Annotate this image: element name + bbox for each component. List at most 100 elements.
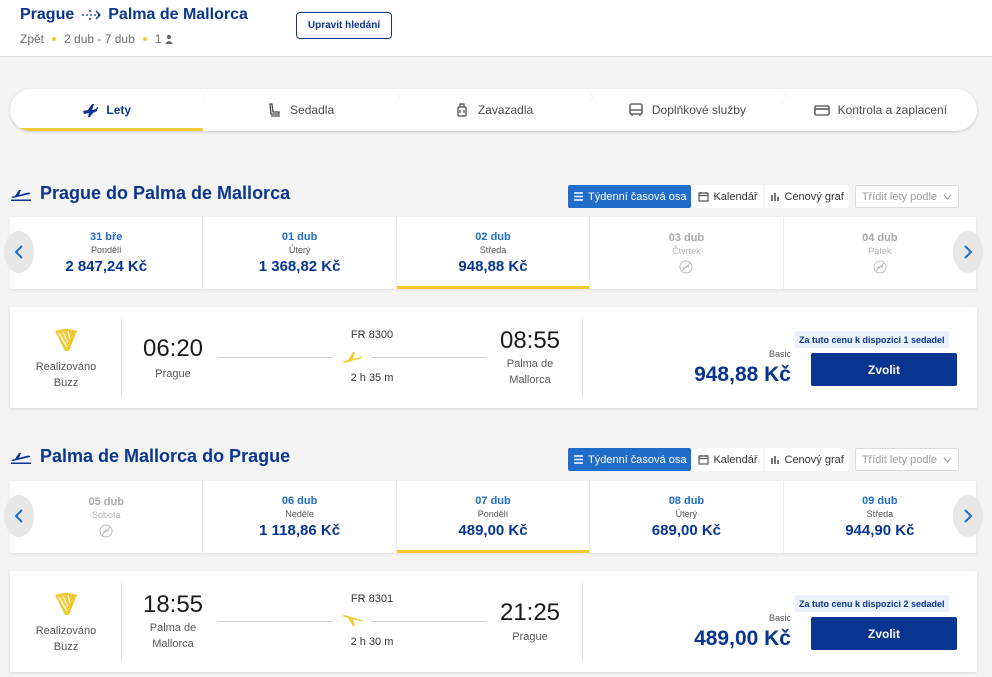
step-label: Lety <box>106 103 132 117</box>
availability-badge: Za tuto cenu k dispozici 1 sedadel <box>795 331 949 348</box>
date-day: 07 dub <box>475 495 511 507</box>
operator-name: Buzz <box>53 641 79 653</box>
operator-label: Realizováno <box>35 361 97 373</box>
date-weekday: Sobota <box>91 510 121 520</box>
step-label: Doplňkové služby <box>651 103 746 117</box>
date-cell[interactable]: 06 dub Neděle 1 118,86 Kč <box>203 481 397 553</box>
departure-place-line: Prague <box>155 368 191 380</box>
select-flight-button[interactable]: Zvolit <box>811 353 957 386</box>
date-price: 689,00 Kč <box>651 522 722 539</box>
date-cell-selected[interactable]: 07 dub Pondělí 489,00 Kč <box>396 481 591 553</box>
prev-dates-button[interactable] <box>4 495 34 537</box>
tab-price-chart[interactable]: Cenový graf <box>764 448 849 471</box>
tab-label: Cenový graf <box>784 453 844 466</box>
seat-icon <box>269 103 281 117</box>
bar-chart-icon <box>770 456 779 464</box>
chevron-right-icon <box>964 245 973 259</box>
plane-icon <box>83 104 99 117</box>
inbound-title: Palma de Mallorca do Prague <box>10 446 290 467</box>
sort-label: Třídit lety podle <box>861 190 938 203</box>
date-weekday: Neděle <box>285 509 314 519</box>
outbound-view-tabs: Týdenní časová osa Kalendář Cenový graf … <box>568 185 959 208</box>
bus-icon <box>629 103 643 116</box>
flight-duration: 2 h 30 m <box>350 636 394 648</box>
flight-number: FR 8300 <box>350 329 394 341</box>
departure-time: 06:20 <box>142 335 204 362</box>
origin: Prague <box>20 6 75 23</box>
date-cell[interactable]: 31 bře Pondělí 2 847,24 Kč <box>10 217 204 289</box>
next-dates-button[interactable] <box>953 231 983 273</box>
flight-price: 948,88 Kč <box>694 363 791 386</box>
step-seats[interactable]: Sedadla <box>203 89 401 131</box>
date-cell-selected[interactable]: 02 dub Středa 948,88 Kč <box>396 217 591 289</box>
arrival-place: Prague <box>485 629 575 645</box>
tab-label: Týdenní časová osa <box>588 453 687 466</box>
date-price: 2 847,24 Kč <box>65 258 148 275</box>
operator: Realizováno Buzz <box>30 325 102 391</box>
list-icon <box>574 192 583 201</box>
no-flight-icon <box>99 524 113 538</box>
operator: Realizováno Buzz <box>30 589 102 655</box>
outbound-flight-card: Realizováno Buzz 06:20 Prague FR 8300 2 … <box>10 307 977 408</box>
route-line <box>372 357 486 358</box>
calendar-icon <box>698 192 710 202</box>
date-cell[interactable]: 08 dub Úterý 689,00 Kč <box>590 481 784 553</box>
tab-weekly-timeline[interactable]: Týdenní časová osa <box>568 185 692 208</box>
date-cell[interactable]: 09 dub Středa 944,90 Kč <box>784 481 978 553</box>
departure-place-line: Mallorca <box>152 638 194 650</box>
fare-type: Basic <box>768 349 791 359</box>
sort-dropdown[interactable]: Třídit lety podle <box>854 448 959 471</box>
date-price: 1 368,82 Kč <box>258 258 341 275</box>
calendar-icon <box>698 455 710 465</box>
arrival-place-line: Palma de <box>506 358 554 370</box>
step-bags[interactable]: Zavazadla <box>397 89 594 131</box>
departure-plane-icon <box>11 452 31 464</box>
flight-number: FR 8301 <box>350 593 394 605</box>
date-weekday: Pondělí <box>90 245 122 255</box>
prev-dates-button[interactable] <box>4 231 34 273</box>
step-extras[interactable]: Doplňkové služby <box>590 89 787 131</box>
sort-dropdown[interactable]: Třídit lety podle <box>854 185 959 208</box>
select-flight-button[interactable]: Zvolit <box>811 617 957 650</box>
chevron-down-icon <box>943 457 952 463</box>
edit-search-button[interactable]: Upravit hledání <box>296 12 392 39</box>
arrival-place-line: Mallorca <box>509 374 551 386</box>
tab-calendar[interactable]: Kalendář <box>693 448 763 471</box>
plane-icon <box>342 352 363 363</box>
tab-price-chart[interactable]: Cenový graf <box>764 185 849 208</box>
date-day: 05 dub <box>88 496 124 508</box>
availability-badge: Za tuto cenu k dispozici 2 sedadel <box>795 595 949 612</box>
chevron-down-icon <box>943 194 952 200</box>
step-separator <box>587 89 594 105</box>
departure-plane-icon <box>11 189 31 201</box>
tab-weekly-timeline[interactable]: Týdenní časová osa <box>568 448 692 471</box>
departure-time: 18:55 <box>142 591 204 618</box>
bag-icon <box>457 103 467 117</box>
divider <box>582 583 583 660</box>
step-flights[interactable]: Lety <box>10 89 207 131</box>
date-day: 01 dub <box>281 231 318 243</box>
date-price: 1 118,86 Kč <box>259 522 341 539</box>
date-weekday: Čtvrtek <box>672 246 701 256</box>
departure-place: Prague <box>128 366 218 382</box>
arrival-time: 08:55 <box>499 327 561 354</box>
plane-connection-icon <box>82 10 102 20</box>
date-cell[interactable]: 01 dub Úterý 1 368,82 Kč <box>203 217 397 289</box>
next-dates-button[interactable] <box>953 495 983 537</box>
tab-label: Týdenní časová osa <box>588 190 687 203</box>
person-icon <box>165 34 174 44</box>
no-flight-icon <box>679 260 693 274</box>
plane-icon <box>342 615 363 626</box>
tab-label: Cenový graf <box>784 190 844 203</box>
chevron-left-icon <box>14 245 23 259</box>
chevron-left-icon <box>14 509 23 523</box>
tab-calendar[interactable]: Kalendář <box>693 185 763 208</box>
sort-label: Třídit lety podle <box>861 453 938 466</box>
date-price: 948,88 Kč <box>458 258 528 275</box>
inbound-date-strip: 05 dub Sobota 06 dub Neděle 1 118,86 Kč … <box>4 481 983 553</box>
booking-steps: Lety Sedadla Zavazadla Doplňkové služby … <box>10 89 977 131</box>
step-checkout[interactable]: Kontrola a zaplacení <box>784 89 977 131</box>
date-cell-disabled: 05 dub Sobota <box>10 481 204 553</box>
separator-dot <box>52 37 57 41</box>
divider <box>582 319 583 396</box>
